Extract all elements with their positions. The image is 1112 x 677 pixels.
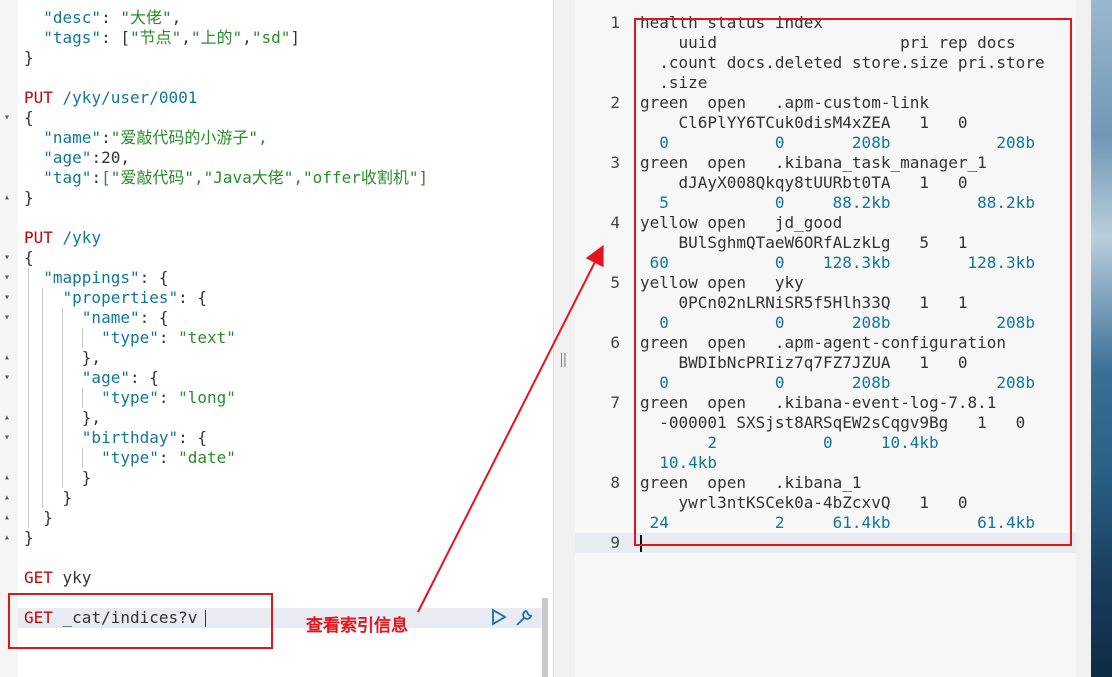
indent-guide xyxy=(82,388,83,408)
code-line: "type": "date" xyxy=(101,448,236,467)
line-number: 4 xyxy=(610,213,620,232)
fold-arrow-icon[interactable]: ▾ xyxy=(4,433,14,443)
code-line: } xyxy=(24,528,34,547)
editor-scrollbar[interactable] xyxy=(542,598,548,677)
editor-gutter xyxy=(0,0,18,677)
line-number: 3 xyxy=(610,153,620,172)
fold-arrow-icon[interactable]: ▴ xyxy=(4,353,14,363)
pane-resizer[interactable] xyxy=(553,0,576,677)
line-number: 1 xyxy=(610,13,620,32)
code-line: } xyxy=(24,188,34,207)
indent-guide xyxy=(62,308,63,488)
resize-handle-icon[interactable]: ‖ xyxy=(559,352,567,368)
code-line: "age": { xyxy=(81,368,159,387)
fold-arrow-icon[interactable]: ▴ xyxy=(4,493,14,503)
code-line: "type": "long" xyxy=(101,388,236,407)
highlight-box-output xyxy=(634,18,1072,546)
code-line: "type": "text" xyxy=(101,328,236,347)
request-put-index[interactable]: PUT /yky xyxy=(24,228,101,248)
code-line: } xyxy=(24,468,92,487)
line-number: 6 xyxy=(610,333,620,352)
request-editor[interactable]: "desc": "大佬", "tags": ["节点","上的","sd"] }… xyxy=(0,0,553,677)
code-line: "tag":["爱敲代码","Java大佬","offer收割机"] xyxy=(43,168,429,187)
run-request-play-icon[interactable] xyxy=(491,608,507,631)
indent-guide xyxy=(42,288,43,508)
fold-arrow-icon[interactable]: ▾ xyxy=(4,373,14,383)
fold-arrow-icon[interactable]: ▾ xyxy=(4,113,14,123)
indent-guide xyxy=(82,448,83,468)
wrench-settings-icon[interactable] xyxy=(514,608,534,633)
highlight-box-request xyxy=(8,593,273,649)
code-line: } xyxy=(24,488,73,507)
code-line: "age":20, xyxy=(43,148,130,167)
request-get-yky[interactable]: GET yky xyxy=(24,568,91,588)
code-line: "properties": { xyxy=(62,288,208,307)
code-line: "mappings": { xyxy=(43,268,169,287)
code-line: "name": { xyxy=(81,308,169,327)
request-path: /yky xyxy=(52,228,102,247)
code-line: "desc": "大佬", xyxy=(24,8,182,27)
desktop-background xyxy=(1091,0,1112,677)
http-method: GET xyxy=(24,568,53,587)
indent-guide xyxy=(28,268,29,528)
fold-arrow-icon[interactable]: ▴ xyxy=(4,193,14,203)
fold-arrow-icon[interactable]: ▴ xyxy=(4,413,14,423)
code-line: { xyxy=(24,108,34,127)
line-number: 9 xyxy=(610,533,620,552)
code-line: "name":"爱敲代码的小游子", xyxy=(43,128,268,147)
fold-arrow-icon[interactable]: ▾ xyxy=(4,253,14,263)
annotation-label: 查看索引信息 xyxy=(306,616,408,636)
code-line: "tags": ["节点","上的","sd"] xyxy=(24,28,300,47)
request-path: yky xyxy=(52,568,92,587)
fold-arrow-icon[interactable]: ▴ xyxy=(4,473,14,483)
indent-guide xyxy=(82,328,83,348)
response-scrollbar[interactable] xyxy=(1076,0,1091,677)
line-number: 5 xyxy=(610,273,620,292)
fold-arrow-icon[interactable]: ▾ xyxy=(4,293,14,303)
fold-arrow-icon[interactable]: ▴ xyxy=(4,513,14,523)
fold-arrow-icon[interactable]: ▾ xyxy=(4,273,14,283)
http-method: PUT xyxy=(24,88,53,107)
http-method: PUT xyxy=(24,228,53,247)
line-number: 7 xyxy=(610,393,620,412)
code-line: "birthday": { xyxy=(81,428,208,447)
code-line: { xyxy=(24,248,34,267)
line-number: 8 xyxy=(610,473,620,492)
fold-arrow-icon[interactable]: ▴ xyxy=(4,533,14,543)
request-put-user[interactable]: PUT /yky/user/0001 xyxy=(24,88,197,108)
line-number: 2 xyxy=(610,93,620,112)
request-path: /yky/user/0001 xyxy=(52,88,198,107)
code-line: } xyxy=(24,48,34,67)
fold-arrow-icon[interactable]: ▾ xyxy=(4,313,14,323)
